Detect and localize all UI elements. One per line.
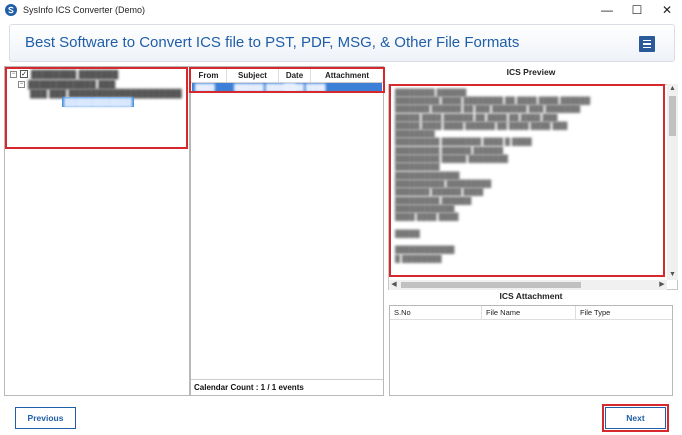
scroll-up-icon[interactable]: ▲ — [667, 84, 678, 94]
window-controls: — ☐ ✕ — [592, 0, 682, 20]
preview-highlight-frame — [389, 84, 665, 277]
scroll-thumb[interactable] — [401, 282, 581, 288]
bottom-bar — [0, 400, 682, 435]
list-highlight-frame — [189, 67, 385, 93]
menu-icon[interactable] — [639, 36, 655, 52]
header-banner: Best Software to Convert ICS file to PST… — [9, 24, 675, 62]
event-list-pane[interactable]: From Subject Date Attachment ████ ██████… — [190, 66, 384, 396]
column-sno[interactable]: S.No — [390, 306, 482, 319]
previous-button[interactable]: Previous — [15, 407, 76, 429]
attachment-title: ICS Attachment — [499, 291, 563, 301]
scroll-thumb[interactable] — [669, 96, 676, 136]
app-logo-icon — [5, 4, 17, 16]
maximize-button[interactable]: ☐ — [622, 0, 652, 20]
preview-title: ICS Preview — [506, 67, 556, 77]
window-title: SysInfo ICS Converter (Demo) — [23, 5, 146, 15]
column-file-type[interactable]: File Type — [576, 306, 672, 319]
minimize-button[interactable]: — — [592, 0, 622, 20]
next-highlight-frame — [602, 404, 669, 432]
attachment-header: S.No File Name File Type — [390, 306, 672, 320]
scroll-down-icon[interactable]: ▼ — [667, 270, 678, 280]
scroll-left-icon[interactable]: ◀ — [389, 280, 399, 290]
window-titlebar: SysInfo ICS Converter (Demo) — ☐ ✕ — [0, 0, 682, 20]
close-button[interactable]: ✕ — [652, 0, 682, 20]
calendar-count: Calendar Count : 1 / 1 events — [191, 379, 383, 395]
column-file-name[interactable]: File Name — [482, 306, 576, 319]
preview-horizontal-scrollbar[interactable]: ◀ ▶ — [389, 280, 667, 290]
attachment-table[interactable]: S.No File Name File Type — [389, 305, 673, 396]
scroll-right-icon[interactable]: ▶ — [657, 280, 667, 290]
banner-title: Best Software to Convert ICS file to PST… — [25, 34, 520, 51]
preview-vertical-scrollbar[interactable]: ▲ ▼ — [667, 84, 678, 280]
tree-highlight-frame — [5, 67, 188, 149]
